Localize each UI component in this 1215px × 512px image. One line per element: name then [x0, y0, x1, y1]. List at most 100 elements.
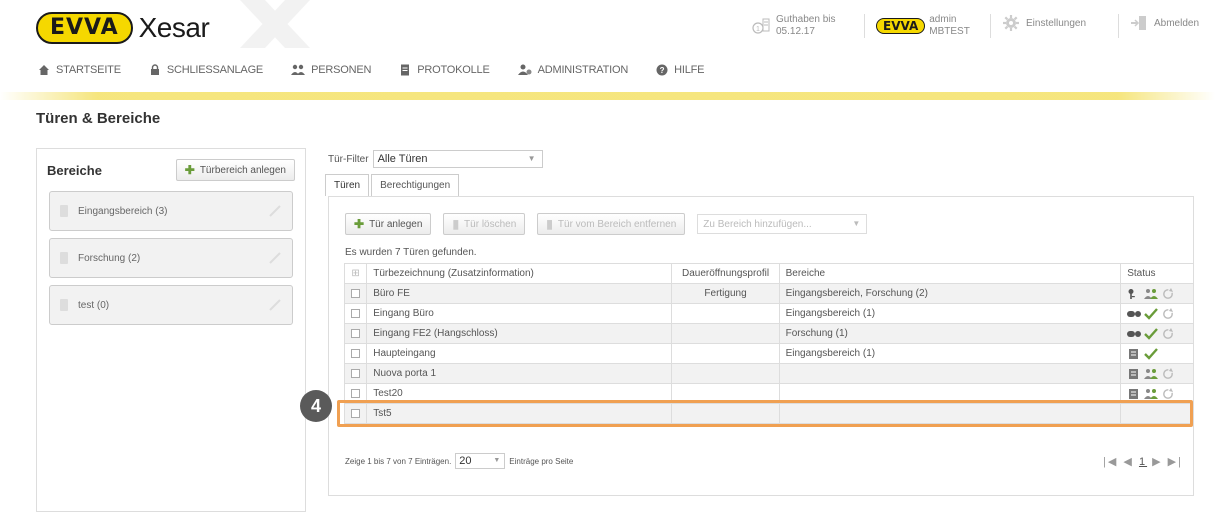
areas-cell	[778, 363, 1122, 384]
gear-icon	[1003, 15, 1019, 31]
door-filter-value: Alle Türen	[377, 153, 428, 165]
check-icon	[1144, 307, 1159, 320]
next-page-button[interactable]: ▶	[1152, 456, 1162, 468]
profile-cell	[671, 303, 780, 324]
tab-tueren[interactable]: Türen	[325, 174, 370, 196]
table-footer: Zeige 1 bis 7 von 7 Einträgen. 20 ▼ Eint…	[345, 453, 573, 469]
nav-item-hilfe[interactable]: ? HILFE	[656, 64, 704, 76]
area-item[interactable]: Forschung (2)	[49, 238, 293, 278]
delete-door-button[interactable]: ▮ Tür löschen	[443, 213, 526, 235]
xesar-logo-text: Xesar	[138, 12, 210, 43]
row-checkbox[interactable]	[351, 388, 361, 398]
accent-bar	[0, 92, 1215, 100]
tab-berechtigungen[interactable]: Berechtigungen	[371, 174, 460, 196]
row-checkbox[interactable]	[351, 368, 361, 378]
table-row[interactable]: Haupteingang Eingangsbereich (1)	[343, 343, 1194, 364]
add-to-area-select[interactable]: Zu Bereich hinzufügen... ▼	[697, 214, 868, 234]
current-page[interactable]: 1	[1139, 456, 1147, 468]
add-door-button[interactable]: ✚ Tür anlegen	[345, 213, 432, 235]
nav-item-administration[interactable]: ADMINISTRATION	[517, 64, 629, 76]
column-header[interactable]: Status	[1120, 263, 1194, 284]
row-checkbox-cell	[343, 363, 368, 384]
nav-label: HILFE	[674, 64, 705, 76]
first-page-button[interactable]: |◀	[1103, 456, 1118, 468]
table-row[interactable]: Nuova porta 1	[343, 363, 1194, 384]
nav-item-protokolle[interactable]: PROTOKOLLE	[399, 64, 490, 76]
drag-handle-icon[interactable]	[60, 205, 68, 217]
door-name-cell: Eingang FE2 (Hangschloss)	[366, 323, 673, 344]
sync-icon	[1163, 387, 1174, 399]
svg-text:1: 1	[756, 26, 760, 33]
area-label: Forschung (2)	[78, 252, 141, 264]
credit-info: 1 Guthaben bis 05.12.17	[752, 14, 836, 38]
column-header[interactable]: Daueröffnungsprofil	[671, 263, 780, 284]
per-page-select[interactable]: 20 ▼	[455, 453, 506, 469]
edit-icon[interactable]	[268, 251, 282, 265]
nav-label: ADMINISTRATION	[537, 64, 629, 76]
result-count: Es wurden 7 Türen gefunden.	[345, 247, 477, 258]
document-icon	[401, 64, 410, 76]
edit-icon[interactable]	[268, 298, 282, 312]
column-header[interactable]: Bereiche	[778, 263, 1122, 284]
page-title: Türen & Bereiche	[36, 110, 161, 127]
status-cell	[1120, 343, 1194, 364]
door-filter-select[interactable]: Alle Türen ▼	[372, 150, 543, 168]
plus-icon: ✚	[184, 163, 195, 177]
nav-label: PERSONEN	[311, 64, 372, 76]
app-logo[interactable]: EVVA Xesar	[36, 12, 210, 44]
add-area-button[interactable]: ✚ Türbereich anlegen	[175, 159, 295, 181]
row-checkbox-cell	[343, 323, 368, 344]
logout-link[interactable]: Abmelden	[1130, 14, 1199, 32]
table-row[interactable]: Eingang Büro Eingangsbereich (1)	[343, 303, 1194, 324]
per-page-value: 20	[459, 455, 472, 467]
edit-icon[interactable]	[268, 204, 282, 218]
remove-from-area-button[interactable]: ▮ Tür vom Bereich entfernen	[537, 213, 686, 235]
area-item[interactable]: test (0)	[49, 285, 293, 325]
area-item[interactable]: Eingangsbereich (3)	[49, 191, 293, 231]
sync-icon	[1163, 367, 1174, 379]
sync-icon	[1163, 327, 1174, 339]
chip-icon	[1127, 330, 1142, 337]
areas-cell: Eingangsbereich (1)	[778, 303, 1122, 324]
svg-text:?: ?	[660, 66, 665, 75]
nav-label: PROTOKOLLE	[417, 64, 490, 76]
areas-cell: Eingangsbereich, Forschung (2)	[778, 283, 1122, 304]
prev-page-button[interactable]: ◀	[1123, 456, 1133, 468]
home-icon	[39, 65, 49, 75]
credit-label: Guthaben bis	[776, 14, 836, 25]
row-checkbox[interactable]	[351, 348, 361, 358]
select-all-header[interactable]: ⊞	[343, 263, 368, 284]
row-checkbox[interactable]	[351, 288, 361, 298]
remove-from-area-label: Tür vom Bereich entfernen	[557, 218, 677, 230]
people-icon	[1144, 288, 1159, 299]
credit-date: 05.12.17	[776, 26, 815, 37]
app-header: EVVA Xesar 1 Guthaben bis 05.12.17 EVVA …	[0, 0, 1215, 56]
status-icons	[1127, 347, 1187, 360]
column-header[interactable]: Türbezeichnung (Zusatzinformation)	[366, 263, 673, 284]
logout-icon	[1131, 16, 1146, 30]
row-checkbox[interactable]	[351, 308, 361, 318]
settings-link[interactable]: Einstellungen	[1002, 14, 1086, 32]
header-divider	[990, 14, 991, 38]
user-info[interactable]: EVVA admin MBTEST	[876, 14, 970, 38]
nav-item-personen[interactable]: PERSONEN	[291, 64, 371, 76]
profile-cell	[671, 343, 780, 364]
status-cell	[1120, 363, 1194, 384]
nav-item-schliessanlage[interactable]: SCHLIESSANLAGE	[149, 64, 263, 76]
drag-handle-icon[interactable]	[60, 299, 68, 311]
table-row[interactable]: Büro FE Fertigung Eingangsbereich, Forschu…	[343, 283, 1194, 304]
door-name-cell: Haupteingang	[366, 343, 673, 364]
doors-panel: ✚ Tür anlegen ▮ Tür löschen ▮ Tür vom Be…	[328, 196, 1194, 496]
row-checkbox[interactable]	[351, 328, 361, 338]
status-icons	[1127, 307, 1187, 320]
status-cell	[1120, 303, 1194, 324]
task-icon	[1129, 368, 1139, 379]
table-row[interactable]: Eingang FE2 (Hangschloss) Forschung (1)	[343, 323, 1194, 344]
nav-item-startseite[interactable]: STARTSEITE	[38, 64, 121, 76]
chevron-down-icon: ▼	[852, 219, 861, 228]
last-page-button[interactable]: ▶|	[1168, 456, 1183, 468]
chip-icon	[1127, 310, 1142, 317]
profile-cell: Fertigung	[671, 283, 780, 304]
chevron-down-icon: ▼	[527, 154, 536, 163]
drag-handle-icon[interactable]	[60, 252, 68, 264]
